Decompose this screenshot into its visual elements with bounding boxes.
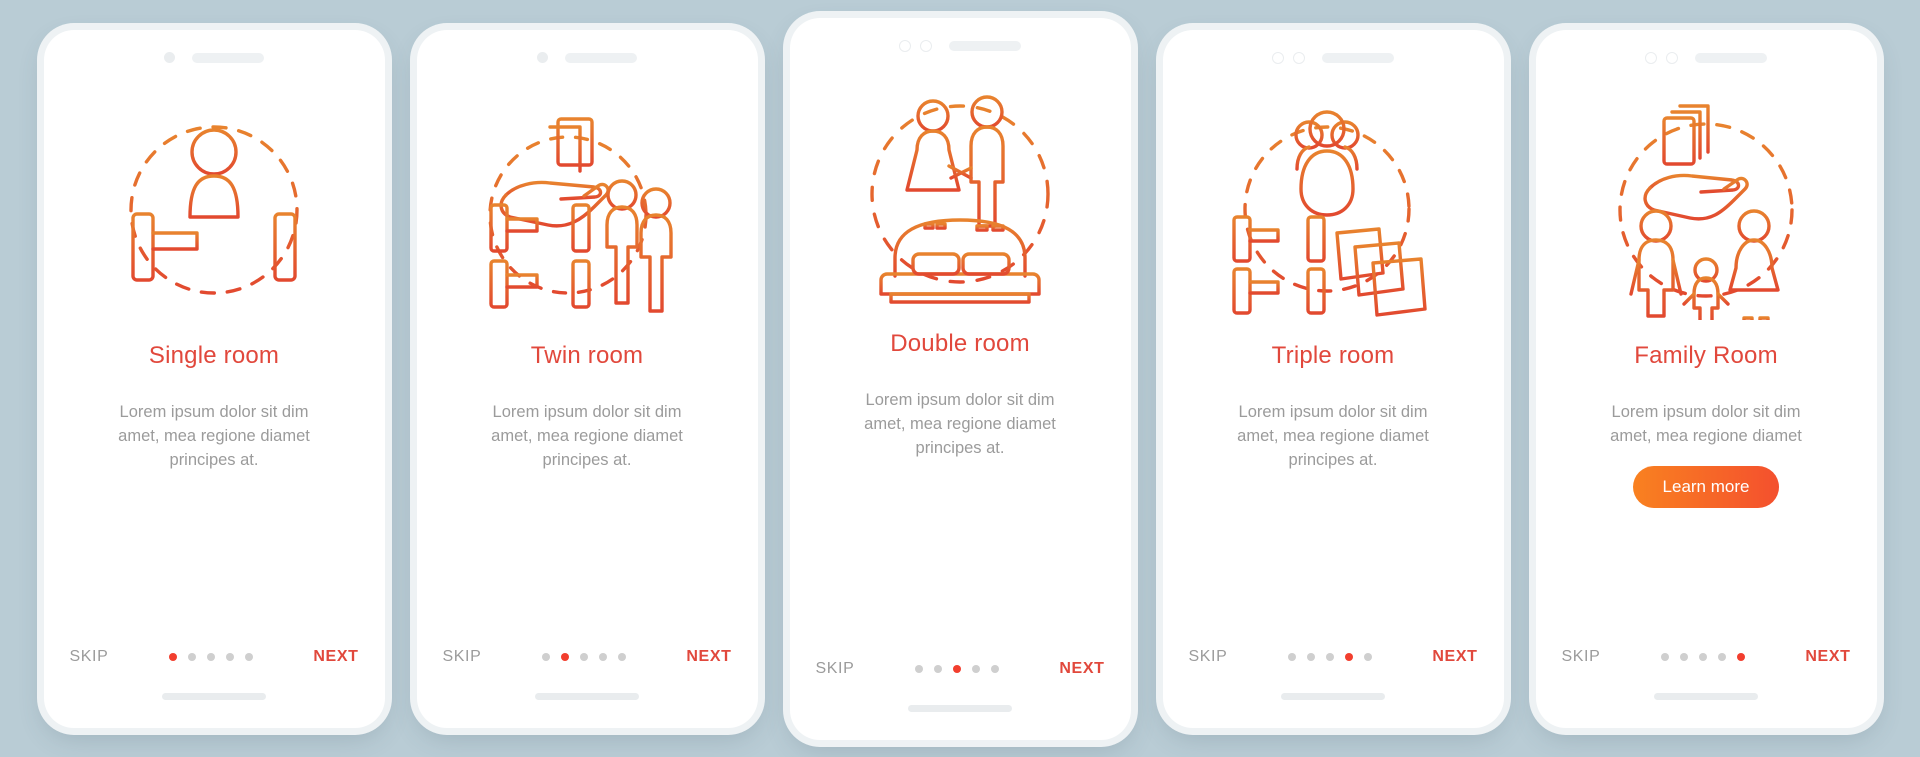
pagination-dot-1[interactable] — [914, 664, 923, 673]
speaker-bar-icon — [1322, 52, 1394, 63]
page-title: Triple room — [1271, 341, 1395, 369]
pagination-dot-5[interactable] — [617, 652, 626, 661]
phone-screen-family-room: Family Room Lorem ipsum dolor sit dim am… — [1535, 29, 1877, 728]
pagination-dot-5[interactable] — [990, 664, 999, 673]
pagination-dot-5[interactable] — [244, 652, 253, 661]
pagination-dot-2[interactable] — [1679, 652, 1688, 661]
camera-dot-icon — [537, 52, 548, 63]
phone-notch — [790, 18, 1131, 74]
home-indicator-area — [1163, 666, 1504, 728]
phone-notch — [1536, 30, 1877, 86]
next-button[interactable]: NEXT — [313, 648, 358, 666]
home-indicator[interactable] — [162, 693, 266, 700]
pagination-dot-5[interactable] — [1736, 652, 1745, 661]
pagination-dot-2[interactable] — [560, 652, 569, 661]
home-indicator-area — [417, 666, 758, 728]
skip-button[interactable]: SKIP — [443, 648, 482, 666]
skip-button[interactable]: SKIP — [70, 648, 109, 666]
page-title: Family Room — [1634, 341, 1778, 369]
next-button[interactable]: NEXT — [1432, 648, 1477, 666]
onboarding-nav: SKIP NEXT — [1163, 648, 1504, 666]
home-indicator[interactable] — [535, 693, 639, 700]
phone-notch — [1163, 30, 1504, 86]
phone-screen-twin-room: Twin room Lorem ipsum dolor sit dim amet… — [416, 29, 758, 728]
page-description: Lorem ipsum dolor sit dim amet, mea regi… — [491, 402, 683, 470]
camera-ring-icon — [1645, 51, 1657, 64]
speaker-bar-icon — [192, 52, 264, 63]
pagination-dot-2[interactable] — [1306, 652, 1315, 661]
home-indicator[interactable] — [908, 705, 1012, 712]
sensor-ring-icon — [1293, 51, 1305, 64]
next-button[interactable]: NEXT — [1059, 660, 1104, 678]
phone-notch — [417, 30, 758, 86]
sensor-ring-icon — [1666, 51, 1678, 64]
pagination-dot-3[interactable] — [1325, 652, 1334, 661]
onboarding-nav: SKIP NEXT — [417, 648, 758, 666]
cta-area: Learn more — [1536, 466, 1877, 509]
pagination-dots — [914, 664, 999, 673]
home-indicator-area — [1536, 666, 1877, 728]
page-description: Lorem ipsum dolor sit dim amet, mea regi… — [1237, 402, 1429, 470]
phone-screen-single-room: Single room Lorem ipsum dolor sit dim am… — [43, 29, 385, 728]
pagination-dot-3[interactable] — [579, 652, 588, 661]
page-title: Double room — [890, 329, 1030, 357]
pagination-dots — [1660, 652, 1745, 661]
pagination-dot-4[interactable] — [225, 652, 234, 661]
speaker-bar-icon — [1695, 52, 1767, 63]
pagination-dot-1[interactable] — [541, 652, 550, 661]
camera-ring-icon — [1272, 51, 1284, 64]
illustration-bunk-beds-group-pillows-icon — [1163, 86, 1504, 336]
pagination-dot-4[interactable] — [598, 652, 607, 661]
skip-button[interactable]: SKIP — [1562, 648, 1601, 666]
pagination-dot-1[interactable] — [1660, 652, 1669, 661]
next-button[interactable]: NEXT — [686, 648, 731, 666]
pagination-dots — [168, 652, 253, 661]
home-indicator-area — [44, 666, 385, 728]
pagination-dot-4[interactable] — [1717, 652, 1726, 661]
pagination-dot-3[interactable] — [1698, 652, 1707, 661]
illustration-double-bed-couple-icon — [790, 74, 1131, 324]
phone-screen-double-room: Double room Lorem ipsum dolor sit dim am… — [789, 17, 1131, 740]
skip-button[interactable]: SKIP — [816, 660, 855, 678]
next-button[interactable]: NEXT — [1805, 648, 1850, 666]
home-indicator-area — [790, 678, 1131, 740]
onboarding-nav: SKIP NEXT — [44, 648, 385, 666]
illustration-single-bed-person-icon — [44, 86, 385, 336]
phone-screen-triple-room: Triple room Lorem ipsum dolor sit dim am… — [1162, 29, 1504, 728]
camera-ring-icon — [899, 39, 911, 52]
pagination-dots — [1287, 652, 1372, 661]
camera-dot-icon — [164, 52, 175, 63]
learn-more-button[interactable]: Learn more — [1632, 466, 1780, 509]
pagination-dot-3[interactable] — [952, 664, 961, 673]
skip-button[interactable]: SKIP — [1189, 648, 1228, 666]
page-description: Lorem ipsum dolor sit dim amet, mea regi… — [118, 402, 310, 470]
page-title: Single room — [148, 341, 280, 369]
illustration-bunk-beds-two-people-icon — [417, 86, 758, 336]
pagination-dot-4[interactable] — [971, 664, 980, 673]
home-indicator[interactable] — [1654, 693, 1758, 700]
phone-notch — [44, 30, 385, 86]
illustration-family-hand-books-icon — [1536, 86, 1877, 336]
speaker-bar-icon — [949, 40, 1021, 51]
onboarding-nav: SKIP NEXT — [1536, 648, 1877, 666]
page-description: Lorem ipsum dolor sit dim amet, mea regi… — [1610, 402, 1802, 445]
pagination-dots — [541, 652, 626, 661]
pagination-dot-5[interactable] — [1363, 652, 1372, 661]
pagination-dot-1[interactable] — [1287, 652, 1296, 661]
page-title: Twin room — [530, 341, 644, 369]
pagination-dot-1[interactable] — [168, 652, 177, 661]
onboarding-screens-board: Single room Lorem ipsum dolor sit dim am… — [0, 0, 1920, 757]
home-indicator[interactable] — [1281, 693, 1385, 700]
page-description: Lorem ipsum dolor sit dim amet, mea regi… — [864, 390, 1056, 458]
pagination-dot-2[interactable] — [933, 664, 942, 673]
onboarding-nav: SKIP NEXT — [790, 660, 1131, 678]
speaker-bar-icon — [565, 52, 637, 63]
pagination-dot-4[interactable] — [1344, 652, 1353, 661]
sensor-ring-icon — [920, 39, 932, 52]
pagination-dot-2[interactable] — [187, 652, 196, 661]
pagination-dot-3[interactable] — [206, 652, 215, 661]
